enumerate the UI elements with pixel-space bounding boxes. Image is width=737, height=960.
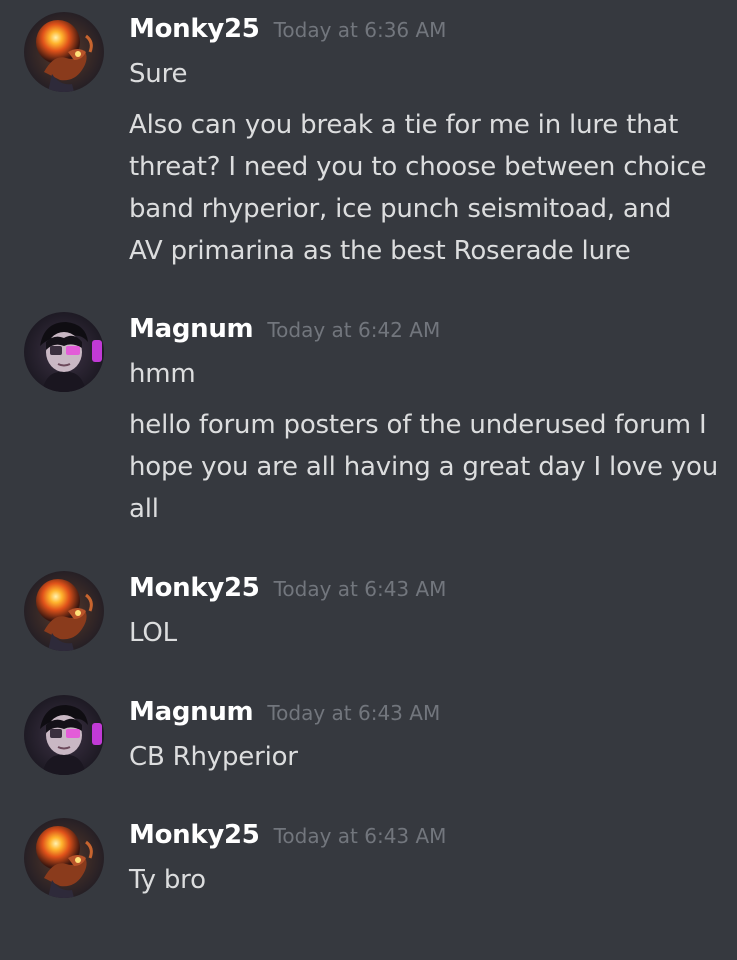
message-text: threat? I need you to choose between cho… [129, 152, 707, 182]
monky-avatar-icon[interactable] [24, 571, 104, 651]
timestamp: Today at 6:36 AM [273, 18, 447, 42]
username[interactable]: Magnum [129, 697, 254, 727]
timestamp: Today at 6:42 AM [267, 318, 441, 342]
message-text: all [129, 494, 159, 524]
message-header: Magnum Today at 6:43 AM [129, 697, 440, 727]
username[interactable]: Monky25 [129, 820, 260, 850]
timestamp: Today at 6:43 AM [273, 577, 447, 601]
message-text: band rhyperior, ice punch seismitoad, an… [129, 194, 672, 224]
message-text: Sure [129, 59, 188, 89]
message-text: Ty bro [129, 865, 206, 895]
message-header: Monky25 Today at 6:36 AM [129, 14, 446, 44]
timestamp: Today at 6:43 AM [267, 701, 441, 725]
message-text: hope you are all having a great day I lo… [129, 452, 718, 482]
chat-messages: Monky25 Today at 6:36 AM Sure Also can yo… [0, 0, 737, 960]
message-text: hello forum posters of the underused for… [129, 410, 707, 440]
monky-avatar-icon[interactable] [24, 12, 104, 92]
message-header: Monky25 Today at 6:43 AM [129, 573, 446, 603]
message-text: AV primarina as the best Roserade lure [129, 236, 631, 266]
message-header: Monky25 Today at 6:43 AM [129, 820, 446, 850]
message-text: LOL [129, 618, 177, 648]
username[interactable]: Monky25 [129, 573, 260, 603]
message-text: hmm [129, 359, 196, 389]
monky-avatar-icon[interactable] [24, 818, 104, 898]
message-text: CB Rhyperior [129, 742, 298, 772]
timestamp: Today at 6:43 AM [273, 824, 447, 848]
username[interactable]: Magnum [129, 314, 254, 344]
message-text: Also can you break a tie for me in lure … [129, 110, 679, 140]
magnum-avatar-icon[interactable] [24, 312, 104, 392]
username[interactable]: Monky25 [129, 14, 260, 44]
message-header: Magnum Today at 6:42 AM [129, 314, 440, 344]
magnum-avatar-icon[interactable] [24, 695, 104, 775]
